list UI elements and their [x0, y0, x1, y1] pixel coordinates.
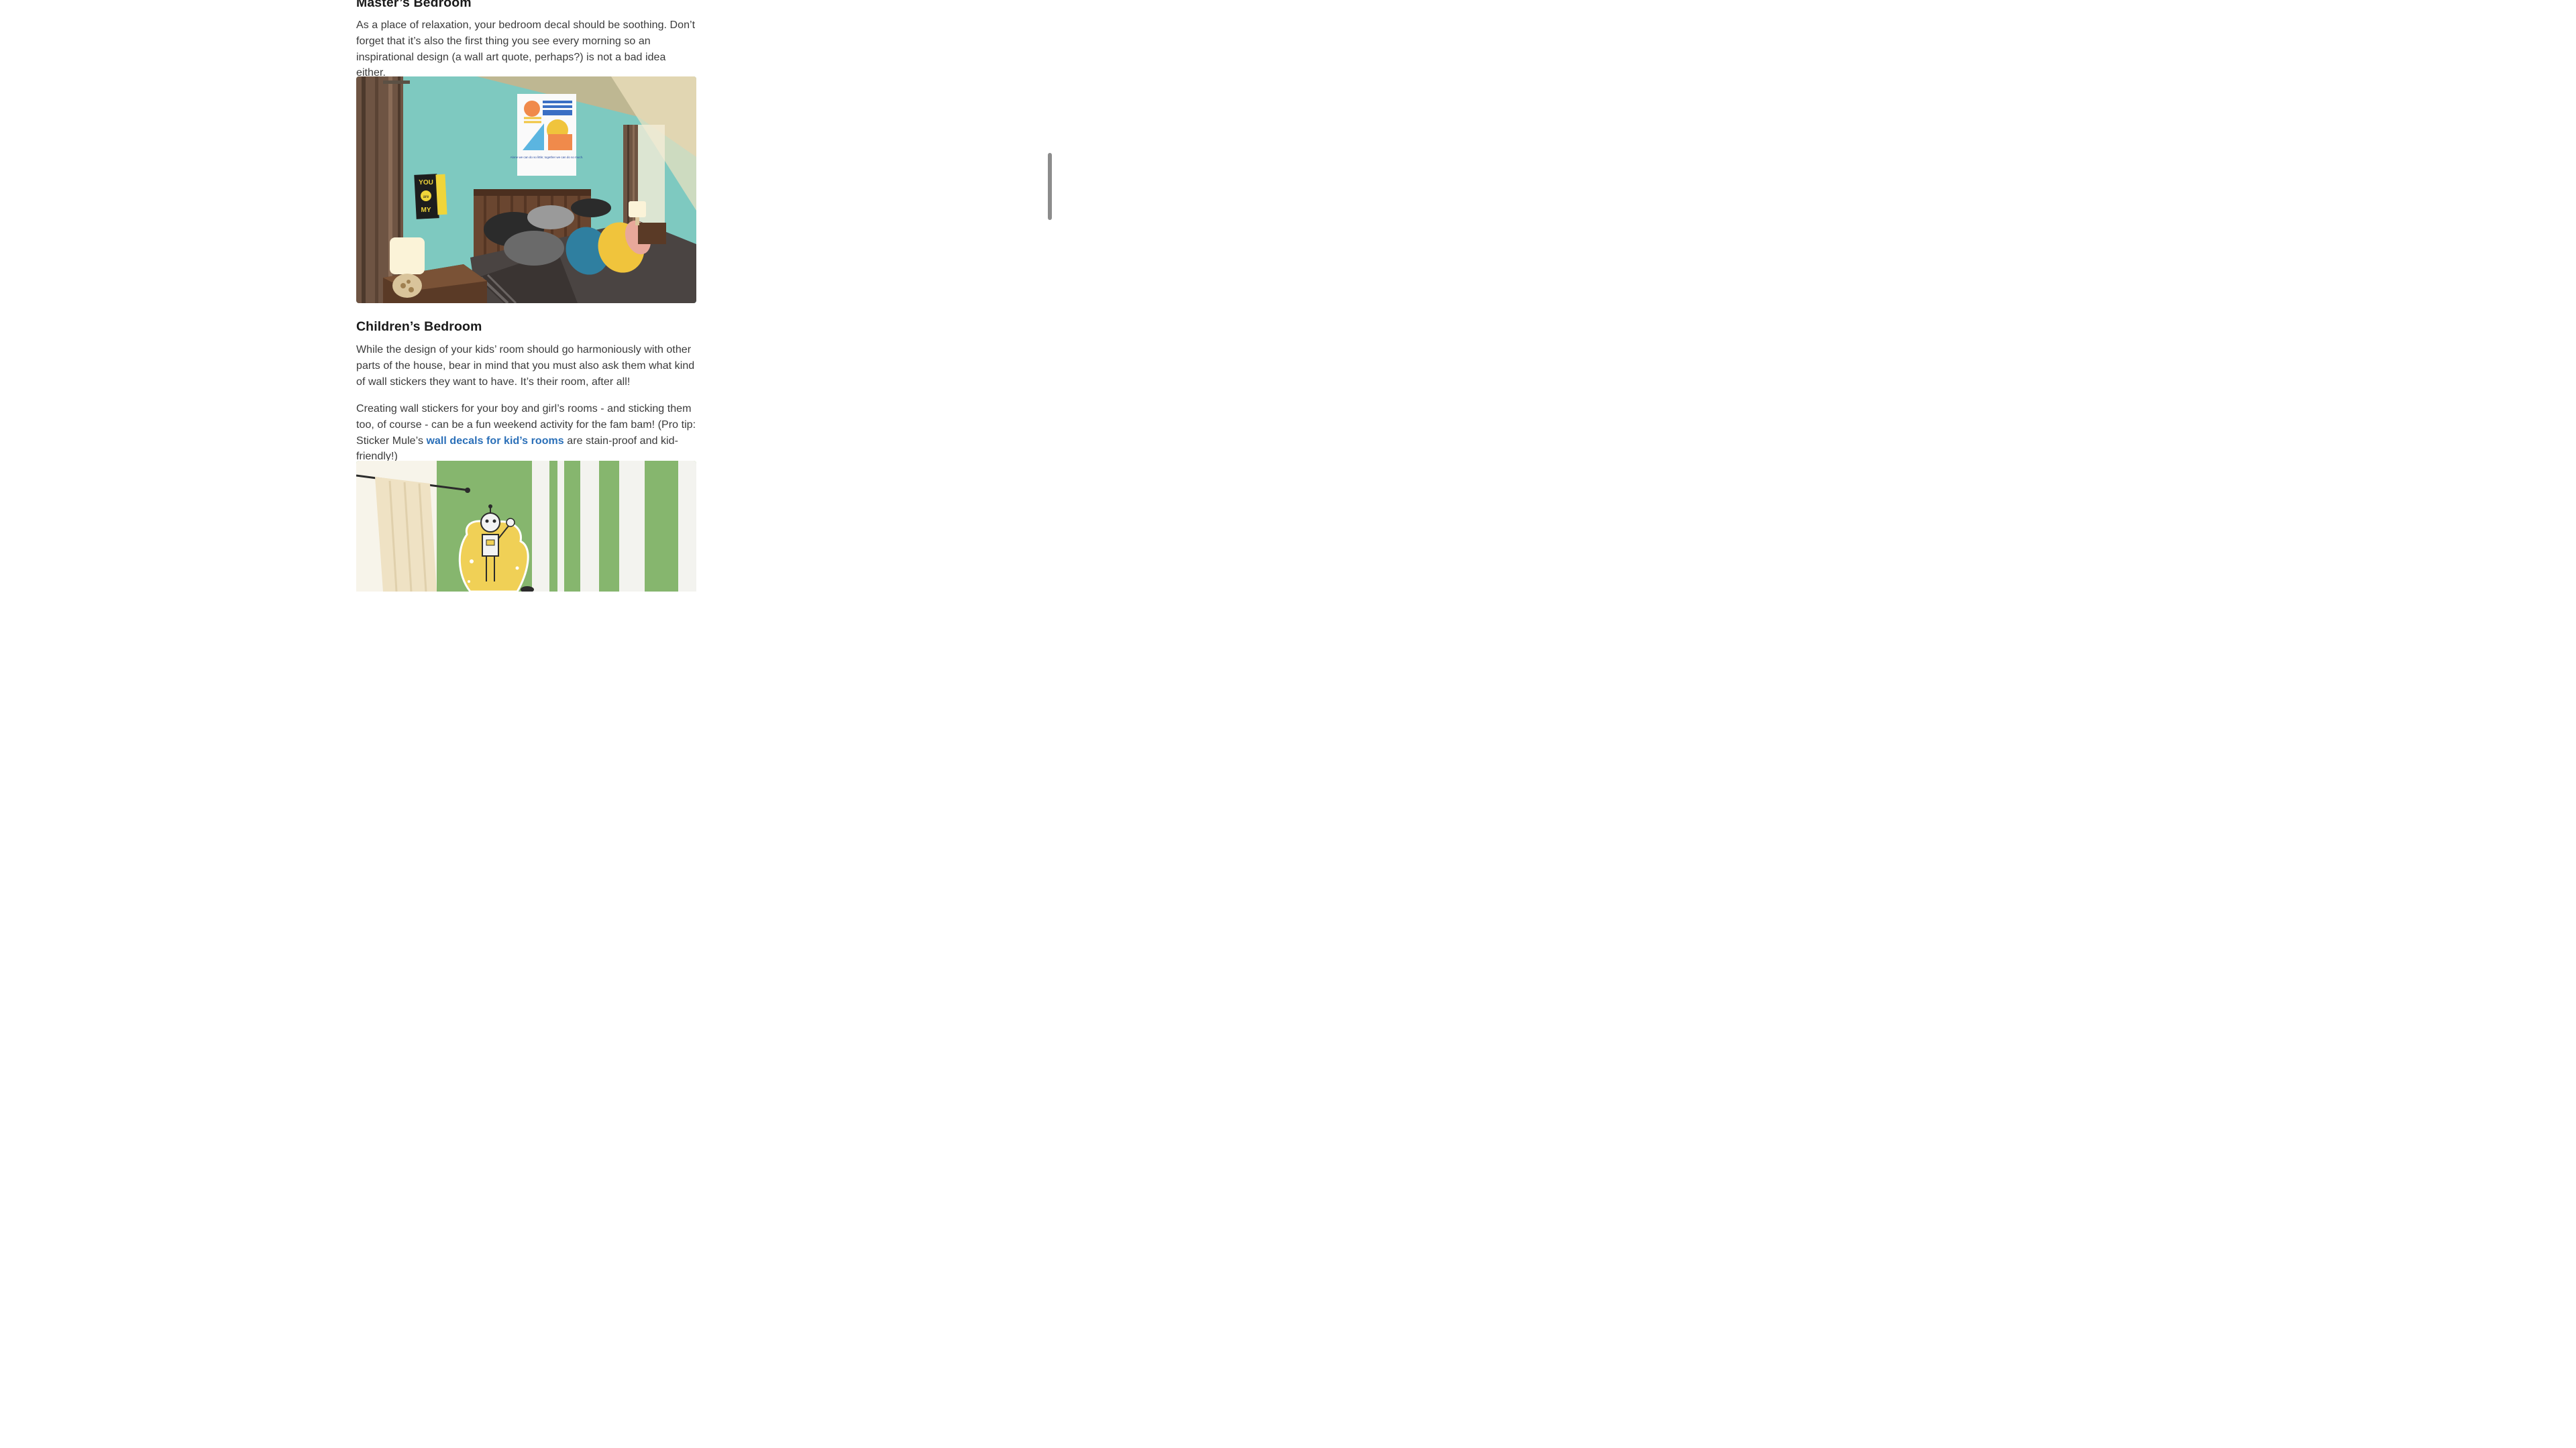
kids-room-illustration	[356, 461, 696, 592]
page: Master’s Bedroom As a place of relaxatio…	[0, 0, 1052, 592]
kids-room-photo	[356, 461, 696, 592]
master-bedroom-heading: Master’s Bedroom	[356, 0, 472, 10]
wall-decals-kids-rooms-link[interactable]: wall decals for kid’s rooms	[426, 435, 564, 447]
master-bedroom-paragraph: As a place of relaxation, your bedroom d…	[356, 19, 696, 79]
poster-quote-text: Alone we can do so little; together we c…	[511, 156, 584, 159]
small-poster-my: MY	[421, 207, 431, 214]
children-bedroom-paragraph-1: While the design of your kids’ room shou…	[356, 344, 695, 388]
scrollbar-thumb[interactable]	[1048, 153, 1052, 220]
master-bedroom-photo: Alone we can do so little; together we c…	[356, 76, 696, 303]
small-poster-you: YOU	[419, 179, 433, 186]
small-poster-are: are	[423, 195, 429, 199]
children-bedroom-paragraph-2: Creating wall stickers for your boy and …	[356, 401, 696, 465]
master-bedroom-illustration: Alone we can do so little; together we c…	[356, 76, 696, 303]
children-bedroom-heading: Children’s Bedroom	[356, 319, 482, 334]
